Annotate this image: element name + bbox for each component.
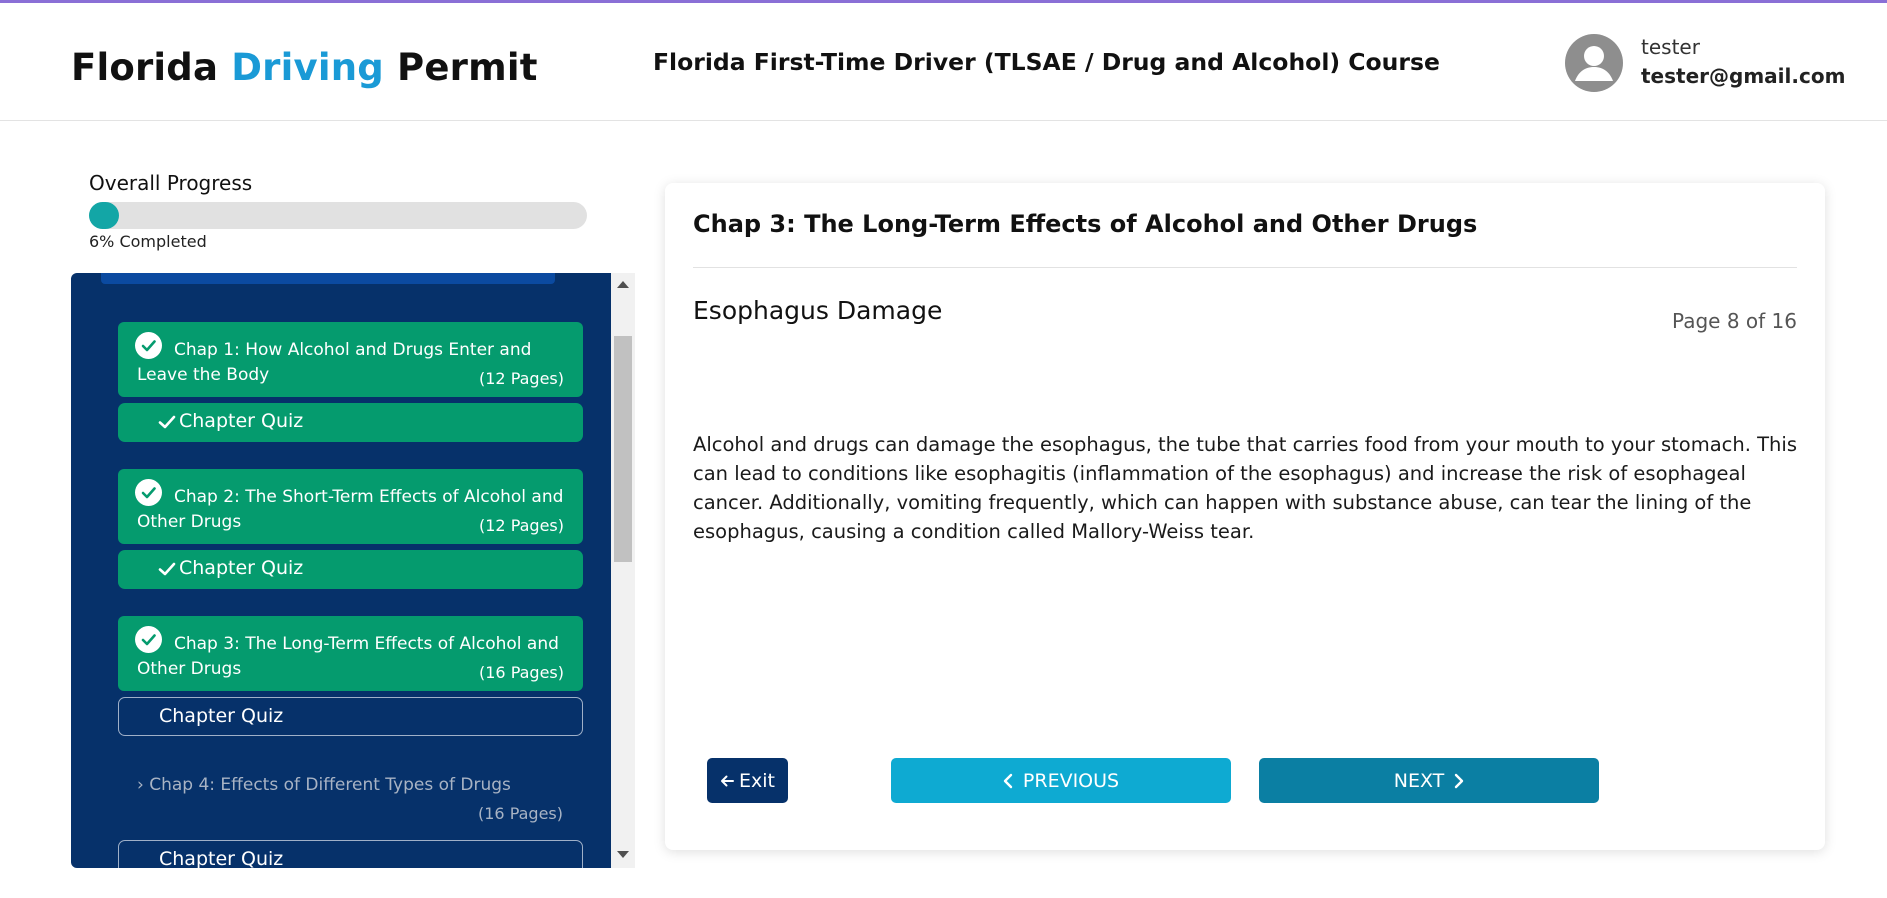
sidebar-active-item-edge[interactable] [101, 273, 555, 284]
section-title: Esophagus Damage [693, 296, 943, 325]
chevron-left-icon [1003, 773, 1013, 788]
lesson-body-text: Alcohol and drugs can damage the esophag… [693, 433, 1797, 543]
course-title: Florida First-Time Driver (TLSAE / Drug … [653, 48, 1440, 76]
quiz-label: Chapter Quiz [179, 557, 304, 579]
progress-text: 6% Completed [89, 232, 207, 251]
quiz-label: Chapter Quiz [179, 410, 304, 432]
chapter-pages: (16 Pages) [478, 804, 563, 823]
logo-part-2: Driving [231, 46, 384, 89]
exit-label: Exit [739, 769, 775, 792]
user-avatar-icon[interactable] [1565, 34, 1623, 92]
next-button[interactable]: NEXT [1259, 758, 1599, 803]
chevron-right-icon [1455, 773, 1464, 788]
sidebar-chapter-1[interactable]: Chap 1: How Alcohol and Drugs Enter and … [118, 322, 583, 397]
next-label: NEXT [1393, 769, 1445, 792]
sidebar-chapter-3[interactable]: Chap 3: The Long-Term Effects of Alcohol… [118, 616, 583, 691]
sidebar-chapter-4-quiz[interactable]: Chapter Quiz [118, 840, 583, 868]
logo-part-3: Permit [397, 46, 538, 89]
sidebar-chapter-4[interactable]: › Chap 4: Effects of Different Types of … [137, 775, 511, 795]
sidebar-chapter-3-quiz[interactable]: Chapter Quiz [118, 697, 583, 736]
chapter-heading: Chap 3: The Long-Term Effects of Alcohol… [693, 210, 1478, 238]
sidebar-chapter-1-quiz[interactable]: Chapter Quiz [118, 403, 583, 442]
logo-part-1: Florida [71, 46, 219, 89]
scroll-up-arrow-icon[interactable] [617, 281, 629, 288]
chapter-sidebar: Chap 1: How Alcohol and Drugs Enter and … [71, 273, 611, 868]
chapter-title: Chap 4: Effects of Different Types of Dr… [149, 775, 511, 795]
sidebar-chapter-2-quiz[interactable]: Chapter Quiz [118, 550, 583, 589]
progress-bar-fill [89, 202, 119, 229]
site-header: Florida Driving Permit Florida First-Tim… [0, 3, 1887, 121]
check-icon [158, 562, 176, 576]
check-icon [158, 415, 176, 429]
chapter-pages: (12 Pages) [479, 516, 564, 535]
user-name: tester [1641, 35, 1700, 59]
previous-label: PREVIOUS [1022, 769, 1120, 792]
exit-button[interactable]: Exit [707, 758, 788, 803]
chapter-pages: (12 Pages) [479, 369, 564, 388]
scrollbar-thumb[interactable] [614, 336, 632, 562]
chapter-pages: (16 Pages) [479, 663, 564, 682]
user-email: tester@gmail.com [1641, 64, 1846, 88]
progress-label: Overall Progress [89, 171, 253, 195]
sidebar-scrollbar[interactable] [611, 273, 635, 868]
progress-bar [89, 202, 587, 229]
previous-button[interactable]: PREVIOUS [891, 758, 1231, 803]
quiz-label: Chapter Quiz [159, 848, 284, 868]
divider [693, 267, 1797, 268]
sidebar-chapter-2[interactable]: Chap 2: The Short-Term Effects of Alcoho… [118, 469, 583, 544]
lesson-card: Chap 3: The Long-Term Effects of Alcohol… [665, 183, 1825, 850]
scroll-down-arrow-icon[interactable] [617, 851, 629, 858]
page-indicator: Page 8 of 16 [1672, 309, 1797, 333]
arrow-left-icon [721, 775, 734, 786]
site-logo[interactable]: Florida Driving Permit [71, 46, 538, 89]
quiz-label: Chapter Quiz [159, 705, 284, 727]
chevron-right-icon: › [137, 775, 144, 795]
